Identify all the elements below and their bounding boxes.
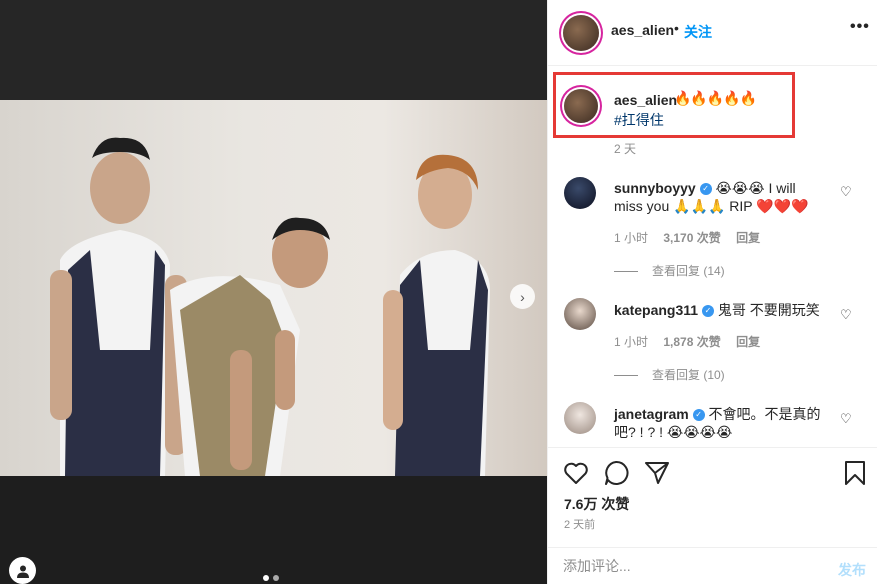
photo-frame-top: [0, 0, 547, 100]
post-media: ›: [0, 0, 547, 584]
caption-emojis: 🔥🔥🔥🔥🔥: [674, 90, 757, 106]
comment-body: sunnyboyyy ✓ 😭😭😭 I will miss you 🙏🙏🙏 RIP…: [614, 179, 824, 215]
share-icon[interactable]: [644, 460, 670, 484]
photo-illustration: [50, 137, 490, 476]
avatar[interactable]: [564, 402, 596, 434]
view-replies-label: 查看回复 (10): [652, 368, 725, 382]
comment-body: janetagram ✓ 不會吧。不是真的吧? ! ? ! 😭😭😭😭: [614, 405, 824, 441]
verified-icon: ✓: [699, 183, 712, 196]
heart-icon[interactable]: [563, 461, 589, 485]
comment-composer: 发布: [548, 547, 877, 584]
comment-username[interactable]: janetagram: [614, 406, 689, 422]
post-header: aes_alien • 关注 •••: [548, 0, 877, 66]
carousel-dot-active: [263, 575, 269, 581]
comment-input[interactable]: [563, 558, 813, 574]
view-replies-button[interactable]: 查看回复 (10): [614, 366, 725, 383]
comment-body: katepang311 ✓ 鬼哥 不要開玩笑: [614, 301, 824, 319]
post-sidebar: aes_alien • 关注 ••• aes_alien 🔥🔥🔥🔥🔥 #扛得住 …: [547, 0, 877, 584]
more-horizontal-icon[interactable]: •••: [850, 18, 870, 36]
comment-time: 1 小时: [614, 335, 649, 349]
comment-username[interactable]: sunnyboyyy: [614, 180, 696, 196]
verified-icon: ✓: [692, 409, 705, 422]
verified-icon: ✓: [701, 305, 714, 318]
like-comment-heart-icon[interactable]: ♡: [840, 307, 852, 323]
chevron-right-icon: ›: [520, 288, 525, 305]
header-username[interactable]: aes_alien: [611, 22, 674, 38]
photo-frame-bottom: [0, 476, 547, 584]
comment-icon[interactable]: [603, 460, 629, 486]
next-slide-button[interactable]: ›: [510, 284, 535, 309]
like-comment-heart-icon[interactable]: ♡: [840, 184, 852, 200]
comment-meta: 1 小时 3,170 次赞 回复: [614, 229, 772, 246]
divider: [614, 375, 638, 377]
avatar[interactable]: [564, 177, 596, 209]
carousel-dot: [273, 575, 279, 581]
avatar[interactable]: [564, 298, 596, 330]
comment-meta: 1 小时 1,878 次赞 回复: [614, 333, 772, 350]
post-photo: [0, 100, 547, 476]
view-replies-label: 查看回复 (14): [652, 264, 725, 278]
comment-time: 1 小时: [614, 231, 649, 245]
tagged-users-button[interactable]: [9, 557, 36, 584]
like-comment-heart-icon[interactable]: ♡: [840, 411, 852, 427]
comment-likes[interactable]: 3,170 次赞: [663, 231, 720, 245]
comment-text: 鬼哥 不要開玩笑: [717, 302, 820, 318]
avatar[interactable]: [563, 15, 599, 51]
likes-count[interactable]: 7.6万 次赞: [564, 494, 629, 514]
comment-username[interactable]: katepang311: [614, 302, 698, 318]
follow-button[interactable]: 关注: [684, 22, 712, 42]
divider: [614, 271, 638, 273]
save-bookmark-icon[interactable]: [844, 460, 866, 486]
caption-time: 2 天: [614, 142, 637, 156]
carousel-indicator: [263, 575, 279, 581]
post-comment-button[interactable]: 发布: [838, 560, 866, 580]
user-icon: [16, 565, 29, 578]
posted-time: 2 天前: [564, 519, 596, 531]
caption-hashtag[interactable]: #扛得住: [614, 110, 664, 130]
view-replies-button[interactable]: 查看回复 (14): [614, 262, 725, 279]
comment-likes[interactable]: 1,878 次赞: [663, 335, 720, 349]
caption-username[interactable]: aes_alien: [614, 92, 677, 108]
reply-button[interactable]: 回复: [736, 231, 760, 245]
avatar[interactable]: [564, 89, 598, 123]
separator-dot: •: [674, 20, 679, 36]
reply-button[interactable]: 回复: [736, 335, 760, 349]
